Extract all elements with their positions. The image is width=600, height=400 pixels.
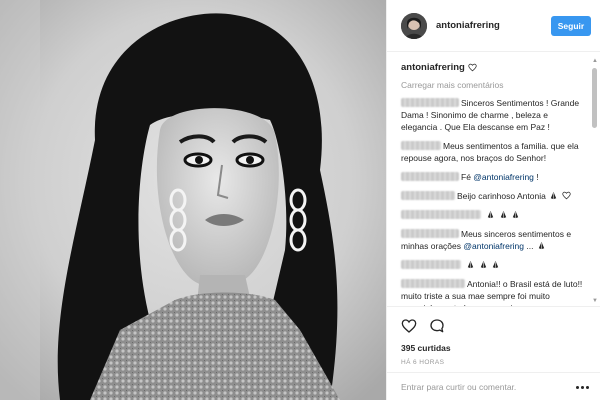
post-timestamp: HÁ 6 HORAS xyxy=(401,359,445,366)
comment-text: Beijo carinhoso Antonia xyxy=(457,191,546,201)
pray-hands-icon xyxy=(466,260,475,269)
blurred-username xyxy=(401,260,461,269)
header-username[interactable]: antoniafrering xyxy=(436,20,500,31)
scroll-down-arrow-icon[interactable]: ▼ xyxy=(592,298,598,304)
likes-count[interactable]: 395 curtidas xyxy=(401,343,587,353)
heart-outline-icon[interactable] xyxy=(401,318,417,334)
comment-input[interactable] xyxy=(401,381,571,392)
comment-item xyxy=(401,259,583,271)
post-photo[interactable] xyxy=(0,0,386,400)
post-caption: antoniafrering xyxy=(401,62,583,73)
blurred-username xyxy=(401,229,459,238)
instagram-post: antoniafrering Seguir antoniafrering Car… xyxy=(0,0,600,400)
scroll-up-arrow-icon[interactable]: ▲ xyxy=(592,58,598,64)
comment-item: Meus sentimentos a familia. que ela repo… xyxy=(401,140,583,164)
comment-item: Meus sinceros sentimentos e minhas oraçõ… xyxy=(401,228,583,252)
load-more-comments[interactable]: Carregar mais comentários xyxy=(401,80,583,90)
caption-username[interactable]: antoniafrering xyxy=(401,62,465,73)
blurred-username xyxy=(401,279,465,288)
comment-item: Sinceros Sentimentos ! Grande Dama ! Sin… xyxy=(401,97,583,133)
comment-item: Beijo carinhoso Antonia xyxy=(401,190,583,202)
comment-item xyxy=(401,209,583,221)
portrait-image xyxy=(0,0,386,400)
comment-text: ... xyxy=(526,241,534,251)
post-actions: 395 curtidas HÁ 6 HORAS xyxy=(387,306,600,378)
pray-hands-icon xyxy=(549,191,558,200)
comment-text: ! xyxy=(536,172,539,182)
comment-text: Fé xyxy=(461,172,471,182)
pray-hands-icon xyxy=(479,260,488,269)
blurred-username xyxy=(401,191,455,200)
comment-item: Fé @antoniafrering ! xyxy=(401,171,583,183)
blurred-username xyxy=(401,172,459,181)
follow-button[interactable]: Seguir xyxy=(551,16,591,36)
post-sidebar: antoniafrering Seguir antoniafrering Car… xyxy=(386,0,600,400)
comment-mention[interactable]: @antoniafrering xyxy=(473,172,534,182)
comments-list: antoniafrering Carregar mais comentários… xyxy=(387,52,600,306)
action-icons xyxy=(401,317,587,335)
heart-outline-icon xyxy=(468,63,477,72)
post-header: antoniafrering Seguir xyxy=(387,0,600,52)
comment-mention[interactable]: @antoniafrering xyxy=(463,241,524,251)
more-options-icon[interactable] xyxy=(575,381,589,393)
comments-scrollbar[interactable]: ▲ ▼ xyxy=(592,58,598,304)
scroll-thumb[interactable] xyxy=(592,68,597,128)
avatar[interactable] xyxy=(401,12,427,39)
comment-item: Antonia!! o Brasil está de luto!! muito … xyxy=(401,278,583,306)
pray-hands-icon xyxy=(537,241,546,250)
pray-hands-icon xyxy=(499,210,508,219)
avatar-image xyxy=(401,12,427,39)
pray-hands-icon xyxy=(486,210,495,219)
blurred-username xyxy=(401,98,459,107)
add-comment-bar xyxy=(387,372,600,400)
comment-bubble-icon[interactable] xyxy=(429,318,445,334)
pray-hands-icon xyxy=(511,210,520,219)
blurred-username xyxy=(401,210,481,219)
pray-hands-icon xyxy=(491,260,500,269)
blurred-username xyxy=(401,141,441,150)
heart-outline-icon xyxy=(561,191,571,200)
